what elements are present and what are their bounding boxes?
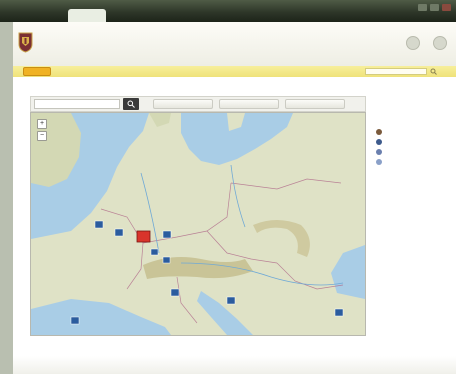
map-tool-button-1[interactable] — [153, 99, 213, 109]
nav-link-3[interactable] — [131, 68, 165, 74]
header-link-1[interactable] — [400, 51, 424, 57]
map-canvas[interactable] — [31, 113, 365, 335]
maximize-icon[interactable] — [430, 4, 439, 11]
site-title[interactable] — [43, 42, 193, 50]
map-label — [73, 271, 101, 277]
map-label — [257, 245, 285, 251]
map-label — [125, 299, 153, 305]
legend-marker-icon — [376, 149, 382, 155]
map-search-button[interactable] — [123, 98, 139, 110]
map-tool-button-2[interactable] — [219, 99, 279, 109]
legend-item-label — [385, 159, 443, 165]
settings-icon[interactable] — [433, 36, 447, 50]
nav-link-5[interactable] — [213, 68, 253, 74]
nav-link-4[interactable] — [171, 68, 207, 74]
crest-logo[interactable] — [18, 31, 33, 53]
search-icon[interactable] — [430, 68, 437, 75]
search-icon — [127, 100, 135, 108]
nav-link-6[interactable] — [259, 68, 299, 74]
legend-marker-icon — [376, 139, 382, 145]
close-icon[interactable] — [442, 4, 451, 11]
browser-tab-label — [73, 12, 99, 19]
map-legend — [376, 118, 446, 188]
map-label — [317, 179, 345, 185]
browser-title-bar — [0, 0, 456, 22]
legend-item-label — [385, 149, 443, 155]
nav-link-1[interactable] — [61, 68, 91, 74]
menu-button-label — [24, 68, 50, 75]
map-label — [159, 161, 187, 167]
legend-item[interactable] — [376, 158, 446, 166]
main-nav-bar — [13, 66, 456, 77]
map-toolbar — [30, 96, 366, 112]
user-icon[interactable] — [406, 36, 420, 50]
legend-marker-icon — [376, 159, 382, 165]
map-search-input[interactable] — [34, 99, 120, 109]
page-footer-area — [13, 356, 456, 374]
zoom-out-button[interactable]: − — [37, 131, 47, 141]
legend-title — [376, 118, 436, 124]
site-search-input[interactable] — [365, 68, 427, 75]
menu-button[interactable] — [23, 67, 51, 76]
nav-link-2[interactable] — [95, 68, 125, 74]
map-view[interactable]: + − — [30, 112, 366, 336]
legend-item-label — [385, 139, 443, 145]
browser-tab[interactable] — [68, 9, 106, 22]
site-header — [13, 22, 456, 66]
legend-item[interactable] — [376, 148, 446, 156]
map-label — [317, 219, 345, 225]
window-left-border — [0, 22, 13, 374]
zoom-in-button[interactable]: + — [37, 119, 47, 129]
legend-marker-icon — [376, 129, 382, 135]
legend-item-label — [385, 129, 443, 135]
header-link-2[interactable] — [427, 51, 451, 57]
map-tool-button-3[interactable] — [285, 99, 345, 109]
map-label — [201, 213, 229, 219]
legend-item[interactable] — [376, 138, 446, 146]
page-title — [20, 85, 140, 92]
legend-item[interactable] — [376, 128, 446, 136]
minimize-icon[interactable] — [418, 4, 427, 11]
map-label — [279, 287, 307, 293]
